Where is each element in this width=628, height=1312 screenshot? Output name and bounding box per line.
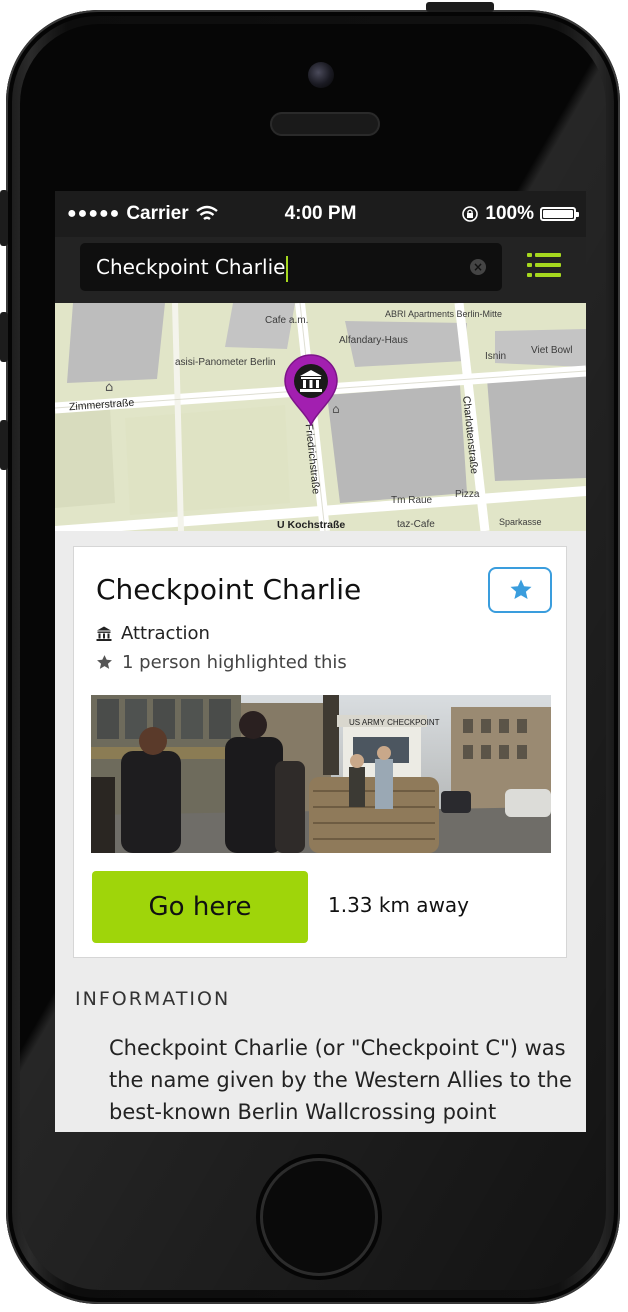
street-label: U Kochstraße — [277, 519, 346, 531]
category-row: Attraction — [96, 623, 210, 644]
volume-down-button[interactable] — [0, 420, 8, 470]
map-view[interactable]: ⌂ ⌂ Cafe a.m. ABRI Apartments Berlin-Mit… — [55, 303, 586, 531]
highlight-row: 1 person highlighted this — [96, 652, 347, 673]
category-label: Attraction — [121, 623, 210, 644]
text-caret — [286, 255, 289, 282]
svg-text:⌂: ⌂ — [105, 380, 113, 395]
map-label: asisi-Panometer Berlin — [175, 357, 276, 368]
list-view-icon[interactable] — [527, 253, 561, 279]
information-text: Checkpoint Charlie (or "Checkpoint C") w… — [109, 1036, 572, 1124]
location-pin[interactable] — [282, 354, 340, 426]
status-bar: ●●●●● Carrier 4:00 PM 100% — [55, 191, 586, 237]
map-label: Alfandary-Haus — [339, 335, 408, 346]
map-label: taz-Cafe — [397, 519, 435, 530]
map-label: Isnin — [485, 351, 507, 362]
mute-switch[interactable] — [0, 190, 8, 246]
photo-scene: US ARMY CHECKPOINT — [91, 695, 551, 853]
distance-label: 1.33 km away — [328, 893, 470, 917]
star-icon — [97, 655, 112, 669]
map-label: Cafe a.m. — [265, 315, 309, 326]
star-icon — [510, 579, 532, 599]
place-card: Checkpoint Charlie Attraction 1 person h… — [73, 546, 567, 958]
highlight-count: 1 person highlighted this — [122, 652, 347, 673]
front-camera — [308, 62, 334, 88]
map-label: Pizza — [455, 489, 480, 500]
rotation-lock-icon — [462, 206, 479, 222]
favorite-button[interactable] — [488, 567, 552, 613]
search-bar: Checkpoint Charlie × — [55, 237, 586, 303]
information-heading: INFORMATION — [75, 988, 231, 1010]
search-input-value: Checkpoint Charlie — [96, 255, 289, 282]
search-input[interactable]: Checkpoint Charlie × — [80, 243, 502, 291]
status-right: 100% — [461, 203, 579, 225]
power-button[interactable] — [426, 2, 494, 12]
place-title: Checkpoint Charlie — [96, 573, 362, 606]
battery-percent: 100% — [485, 203, 534, 224]
museum-icon — [96, 626, 112, 641]
earpiece-speaker — [270, 112, 380, 136]
checkpoint-sign: US ARMY CHECKPOINT — [349, 718, 440, 727]
battery-icon — [540, 207, 579, 221]
map-label: ABRI Apartments Berlin-Mitte — [385, 309, 503, 319]
battery-fill — [543, 210, 573, 218]
map-label: Sparkasse — [499, 517, 542, 527]
map-label: Viet Bowl — [531, 345, 573, 356]
home-button[interactable] — [260, 1158, 378, 1276]
volume-up-button[interactable] — [0, 312, 8, 362]
place-photo[interactable]: US ARMY CHECKPOINT — [91, 695, 551, 853]
app-screen: ●●●●● Carrier 4:00 PM 100% Checkpoint Ch… — [55, 191, 586, 1132]
clear-search-icon[interactable]: × — [470, 259, 486, 275]
map-label: Tm Raue — [391, 495, 433, 506]
go-here-button[interactable]: Go here — [92, 871, 308, 943]
